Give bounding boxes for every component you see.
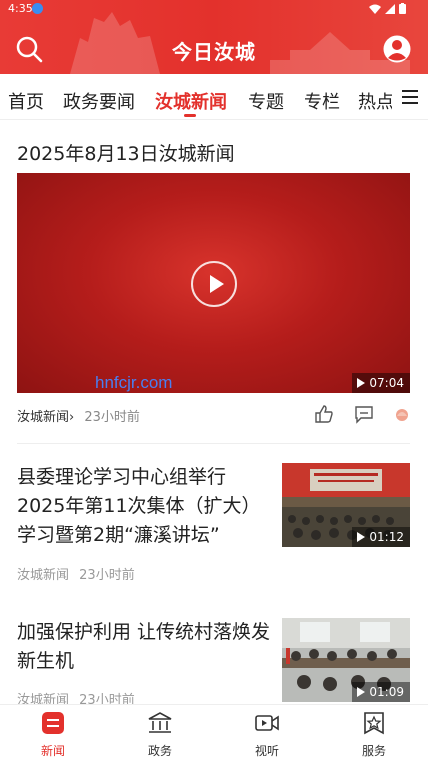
nav-news[interactable]: 新闻 — [23, 711, 83, 759]
tab-hot[interactable]: 热点 — [358, 88, 394, 114]
nav-service-label: 服务 — [361, 744, 386, 758]
user-profile-icon[interactable] — [382, 34, 412, 64]
nav-video[interactable]: 视听 — [237, 711, 297, 759]
nav-government-label: 政务 — [147, 744, 172, 758]
nav-news-label: 新闻 — [40, 744, 65, 758]
status-bar: 4:35 — [0, 0, 428, 18]
tab-menu-icon[interactable] — [392, 74, 428, 119]
news-thumbnail[interactable]: 01:09 — [282, 618, 410, 702]
news-title[interactable]: 县委理论学习中心组举行2025年第11次集体（扩大）学习暨第2期“濂溪讲坛” — [17, 463, 273, 550]
bottom-navigation: 新闻 政务 视听 服务 — [0, 704, 428, 761]
battery-icon — [399, 3, 406, 14]
list-item[interactable]: 县委理论学习中心组举行2025年第11次集体（扩大）学习暨第2期“濂溪讲坛” 0… — [17, 463, 410, 583]
tab-home[interactable]: 首页 — [8, 88, 44, 114]
source-link[interactable]: 汝城新闻 — [17, 410, 69, 425]
video-player[interactable]: hnfcjr.com 07:04 — [17, 173, 410, 393]
news-thumbnail[interactable]: 01:12 — [282, 463, 410, 547]
active-tab-indicator — [184, 114, 196, 117]
service-star-icon — [364, 712, 384, 735]
news-icon — [42, 712, 64, 734]
nav-government[interactable]: 政务 — [130, 711, 190, 759]
tab-columns[interactable]: 专栏 — [304, 88, 340, 114]
tab-government-news[interactable]: 政务要闻 — [63, 88, 135, 114]
video-camera-icon — [255, 715, 279, 731]
video-duration: 07:04 — [352, 373, 410, 393]
nav-service[interactable]: 服务 — [344, 711, 404, 759]
news-meta: 汝城新闻 23小时前 — [17, 564, 135, 583]
video-duration: 01:12 — [352, 527, 410, 547]
divider — [17, 443, 410, 444]
app-header: 4:35 今日汝城 — [0, 0, 428, 74]
publish-time: 23小时前 — [84, 410, 140, 425]
app-title: 今日汝城 — [172, 40, 256, 64]
video-item-title[interactable]: 2025年8月13日汝城新闻 — [17, 139, 235, 166]
wifi-icon — [369, 4, 381, 14]
app-notification-icon — [32, 3, 43, 14]
category-tabs: 首页 政务要闻 汝城新闻 专题 专栏 热点 — [0, 74, 428, 120]
video-duration: 01:09 — [352, 682, 410, 702]
news-source: 汝城新闻 — [17, 568, 70, 583]
comment-icon[interactable] — [354, 404, 374, 424]
news-title[interactable]: 加强保护利用 让传统村落焕发新生机 — [17, 618, 273, 676]
government-building-icon — [148, 712, 172, 733]
play-icon[interactable] — [191, 261, 237, 307]
tab-rucheng-news[interactable]: 汝城新闻 — [155, 88, 227, 114]
share-icon[interactable] — [392, 404, 412, 424]
news-time: 23小时前 — [79, 568, 135, 583]
like-icon[interactable] — [314, 404, 334, 424]
status-time: 4:35 — [8, 2, 33, 15]
tab-topics[interactable]: 专题 — [248, 88, 284, 114]
status-icons — [369, 3, 406, 14]
nav-video-label: 视听 — [254, 744, 279, 758]
signal-icon — [385, 3, 395, 14]
chevron-right-icon: › — [69, 410, 75, 425]
list-item[interactable]: 加强保护利用 让传统村落焕发新生机 01:09 汝城新闻 23小时前 — [17, 618, 410, 708]
video-watermark: hnfcjr.com — [95, 373, 173, 392]
video-item-meta: 汝城新闻› 23小时前 — [17, 406, 140, 425]
